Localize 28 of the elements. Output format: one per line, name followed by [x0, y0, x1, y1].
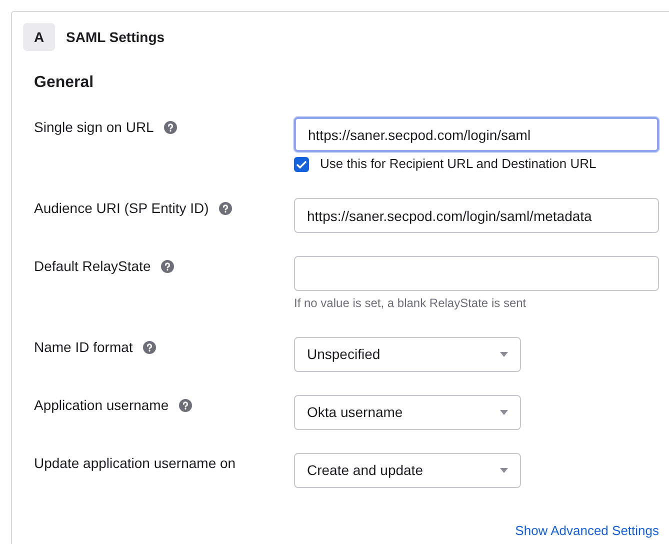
- hint-text: If no value is set, a blank RelayState is sent: [294, 295, 528, 311]
- field-label: Application username: [34, 396, 169, 415]
- field-label: Audience URI (SP Entity ID): [34, 199, 209, 218]
- section-heading: General: [34, 73, 95, 93]
- help-icon[interactable]: [142, 341, 156, 354]
- checkbox-label: Use this for Recipient URL and Destination URL: [320, 155, 596, 174]
- text-field[interactable]: https://saner.secpod.com/login/saml: [294, 117, 659, 152]
- dropdown-select[interactable]: Unspecified: [294, 337, 521, 372]
- text-field[interactable]: https://saner.secpod.com/login/saml/metadata: [294, 198, 659, 233]
- caret-icon: [500, 468, 508, 473]
- caret-icon: [500, 352, 508, 357]
- checkmark-icon: [296, 160, 307, 168]
- advanced-settings-link[interactable]: Show Advanced Settings: [515, 521, 659, 540]
- text-field[interactable]: [294, 256, 659, 291]
- help-icon[interactable]: [160, 260, 174, 273]
- dropdown-select[interactable]: Create and update: [294, 453, 521, 488]
- field-label: Update application username on: [34, 454, 236, 473]
- field-label: Name ID format: [34, 338, 133, 357]
- field-label: Default RelayState: [34, 257, 151, 276]
- checkbox[interactable]: [294, 156, 309, 172]
- field-label: Single sign on URL: [34, 118, 154, 137]
- help-icon[interactable]: [178, 399, 192, 412]
- caret-icon: [500, 410, 508, 415]
- section-badge: A: [23, 23, 55, 51]
- dropdown-select[interactable]: Okta username: [294, 395, 521, 430]
- help-icon[interactable]: [218, 202, 232, 215]
- section-title: SAML Settings: [66, 28, 165, 47]
- help-icon[interactable]: [164, 121, 177, 134]
